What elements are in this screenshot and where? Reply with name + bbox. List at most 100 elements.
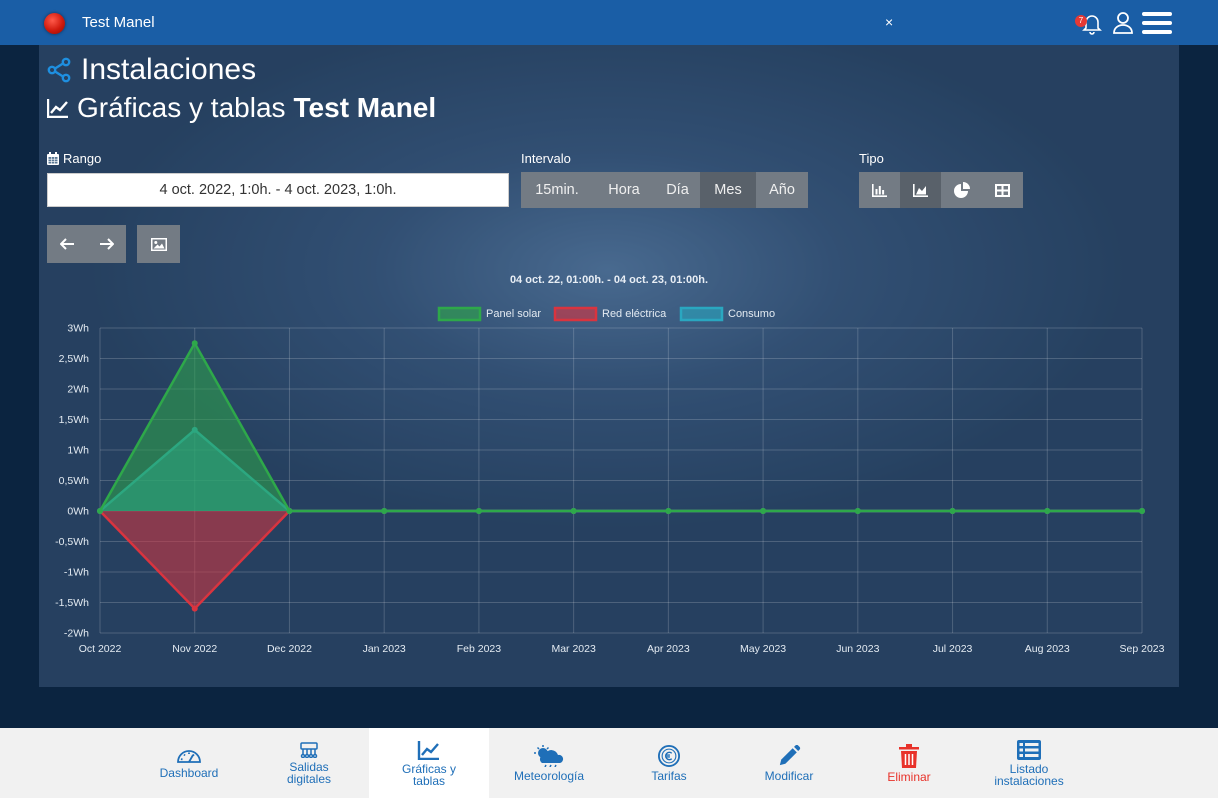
x-tick-label: Apr 2023 bbox=[647, 643, 690, 655]
interval-month-button[interactable]: Mes bbox=[700, 172, 756, 208]
nav-dashboard[interactable]: Dashboard bbox=[129, 728, 249, 798]
nav-delete[interactable]: Eliminar bbox=[849, 728, 969, 798]
y-tick-label: 3Wh bbox=[67, 323, 89, 335]
y-tick-label: -1Wh bbox=[64, 567, 89, 579]
x-tick-label: May 2023 bbox=[740, 643, 786, 655]
date-range-input[interactable]: 4 oct. 2022, 1:0h. - 4 oct. 2023, 1:0h. bbox=[47, 173, 509, 207]
subtitle-prefix: Gráficas y tablas bbox=[77, 92, 286, 123]
chart-title: 04 oct. 22, 01:00h. - 04 oct. 23, 01:00h… bbox=[510, 274, 708, 286]
y-tick-label: -0,5Wh bbox=[55, 536, 89, 548]
bottom-navigation: Dashboard Salidas digitales Gráficas y t… bbox=[0, 728, 1218, 798]
y-tick-label: 2,5Wh bbox=[59, 353, 90, 365]
interval-day-button[interactable]: Día bbox=[655, 172, 700, 208]
data-point bbox=[570, 508, 577, 514]
hamburger-menu-icon[interactable] bbox=[1142, 12, 1172, 34]
page-subtitle: Gráficas y tablas Test Manel bbox=[47, 92, 436, 124]
x-tick-label: Aug 2023 bbox=[1025, 643, 1070, 655]
interval-hour-button[interactable]: Hora bbox=[593, 172, 655, 208]
y-tick-label: 1Wh bbox=[67, 445, 89, 457]
data-point bbox=[191, 605, 198, 612]
weather-icon bbox=[534, 744, 564, 767]
pencil-icon bbox=[779, 744, 801, 765]
y-tick-label: 1,5Wh bbox=[59, 414, 90, 426]
legend-swatch bbox=[437, 306, 482, 322]
pie-chart-button[interactable] bbox=[941, 172, 982, 208]
series-area bbox=[100, 511, 1142, 609]
legend-label: Red eléctrica bbox=[602, 308, 667, 320]
chart-type-selector bbox=[859, 172, 1023, 208]
calendar-icon bbox=[47, 152, 59, 165]
nav-digital-outputs[interactable]: Salidas digitales bbox=[249, 728, 369, 798]
x-tick-label: Jun 2023 bbox=[836, 643, 879, 655]
interval-label: Intervalo bbox=[521, 151, 571, 166]
interval-selector: 15min. Hora Día Mes Año bbox=[521, 172, 808, 208]
data-point bbox=[760, 508, 767, 514]
status-indicator-icon bbox=[44, 13, 65, 34]
y-tick-label: 0Wh bbox=[67, 506, 89, 518]
data-point bbox=[665, 508, 672, 514]
user-icon[interactable] bbox=[1111, 10, 1135, 34]
energy-area-chart: 04 oct. 22, 01:00h. - 04 oct. 23, 01:00h… bbox=[55, 274, 1165, 655]
data-point bbox=[286, 508, 293, 514]
page-title: Instalaciones bbox=[47, 53, 256, 87]
y-tick-label: 0,5Wh bbox=[59, 475, 90, 487]
subtitle-installation-name: Test Manel bbox=[293, 92, 437, 123]
nav-weather[interactable]: Meteorología bbox=[489, 728, 609, 798]
dashboard-icon bbox=[177, 749, 201, 763]
line-chart-icon bbox=[417, 740, 439, 760]
y-tick-label: -1,5Wh bbox=[55, 597, 89, 609]
legend-swatch bbox=[679, 306, 724, 322]
nav-tariffs[interactable]: Tarifas bbox=[609, 728, 729, 798]
area-chart-icon bbox=[913, 183, 928, 197]
digital-outputs-icon bbox=[300, 741, 318, 758]
x-tick-label: Jan 2023 bbox=[363, 643, 406, 655]
nav-charts-tables[interactable]: Gráficas y tablas bbox=[369, 728, 489, 798]
x-tick-label: Oct 2022 bbox=[79, 643, 122, 655]
data-point bbox=[854, 508, 861, 514]
interval-15min-button[interactable]: 15min. bbox=[521, 172, 593, 208]
pie-chart-icon bbox=[953, 182, 970, 198]
arrow-right-icon bbox=[99, 238, 114, 250]
main-panel: Instalaciones Gráficas y tablas Test Man… bbox=[39, 45, 1179, 687]
interval-year-button[interactable]: Año bbox=[756, 172, 808, 208]
x-tick-label: Sep 2023 bbox=[1120, 643, 1165, 655]
x-axis: Oct 2022 Nov 2022 Dec 2022 Jan 2023 Feb 2023… bbox=[79, 643, 1165, 655]
bar-chart-icon bbox=[872, 183, 887, 197]
data-point bbox=[949, 508, 956, 514]
installation-name: Test Manel bbox=[82, 14, 155, 31]
list-icon bbox=[1017, 739, 1041, 760]
top-bar: Test Manel × 7 bbox=[0, 0, 1218, 45]
x-tick-label: Dec 2022 bbox=[267, 643, 312, 655]
x-tick-label: Jul 2023 bbox=[933, 643, 973, 655]
data-point bbox=[1044, 508, 1051, 514]
table-icon bbox=[995, 183, 1010, 197]
nav-modify[interactable]: Modificar bbox=[729, 728, 849, 798]
chart-legend: Panel solar Red eléctrica Consumo bbox=[437, 306, 775, 322]
image-icon bbox=[150, 237, 167, 251]
y-tick-label: 2Wh bbox=[67, 384, 89, 396]
data-point bbox=[475, 508, 482, 514]
share-icon bbox=[47, 57, 71, 83]
series-area bbox=[100, 343, 1142, 511]
bar-chart-button[interactable] bbox=[859, 172, 900, 208]
data-point bbox=[1139, 508, 1145, 514]
data-point bbox=[191, 340, 198, 347]
nav-installations-list[interactable]: Listado instalaciones bbox=[969, 728, 1089, 798]
data-point bbox=[97, 508, 103, 514]
next-period-button[interactable] bbox=[87, 225, 126, 263]
chart-series bbox=[97, 340, 1145, 612]
line-chart-icon bbox=[47, 99, 68, 118]
legend-swatch bbox=[553, 306, 598, 322]
y-axis: 3Wh 2,5Wh 2Wh 1,5Wh 1Wh 0,5Wh 0Wh -0,5Wh -1Wh -1,… bbox=[55, 323, 89, 640]
y-tick-label: -2Wh bbox=[64, 628, 89, 640]
previous-period-button[interactable] bbox=[47, 225, 87, 263]
export-image-button[interactable] bbox=[137, 225, 180, 263]
x-tick-label: Nov 2022 bbox=[172, 643, 217, 655]
trash-icon bbox=[899, 743, 919, 768]
close-icon[interactable]: × bbox=[885, 14, 893, 30]
table-view-button[interactable] bbox=[982, 172, 1023, 208]
range-label: Rango bbox=[47, 151, 101, 166]
x-tick-label: Mar 2023 bbox=[551, 643, 596, 655]
euro-icon bbox=[658, 744, 680, 767]
area-chart-button[interactable] bbox=[900, 172, 941, 208]
